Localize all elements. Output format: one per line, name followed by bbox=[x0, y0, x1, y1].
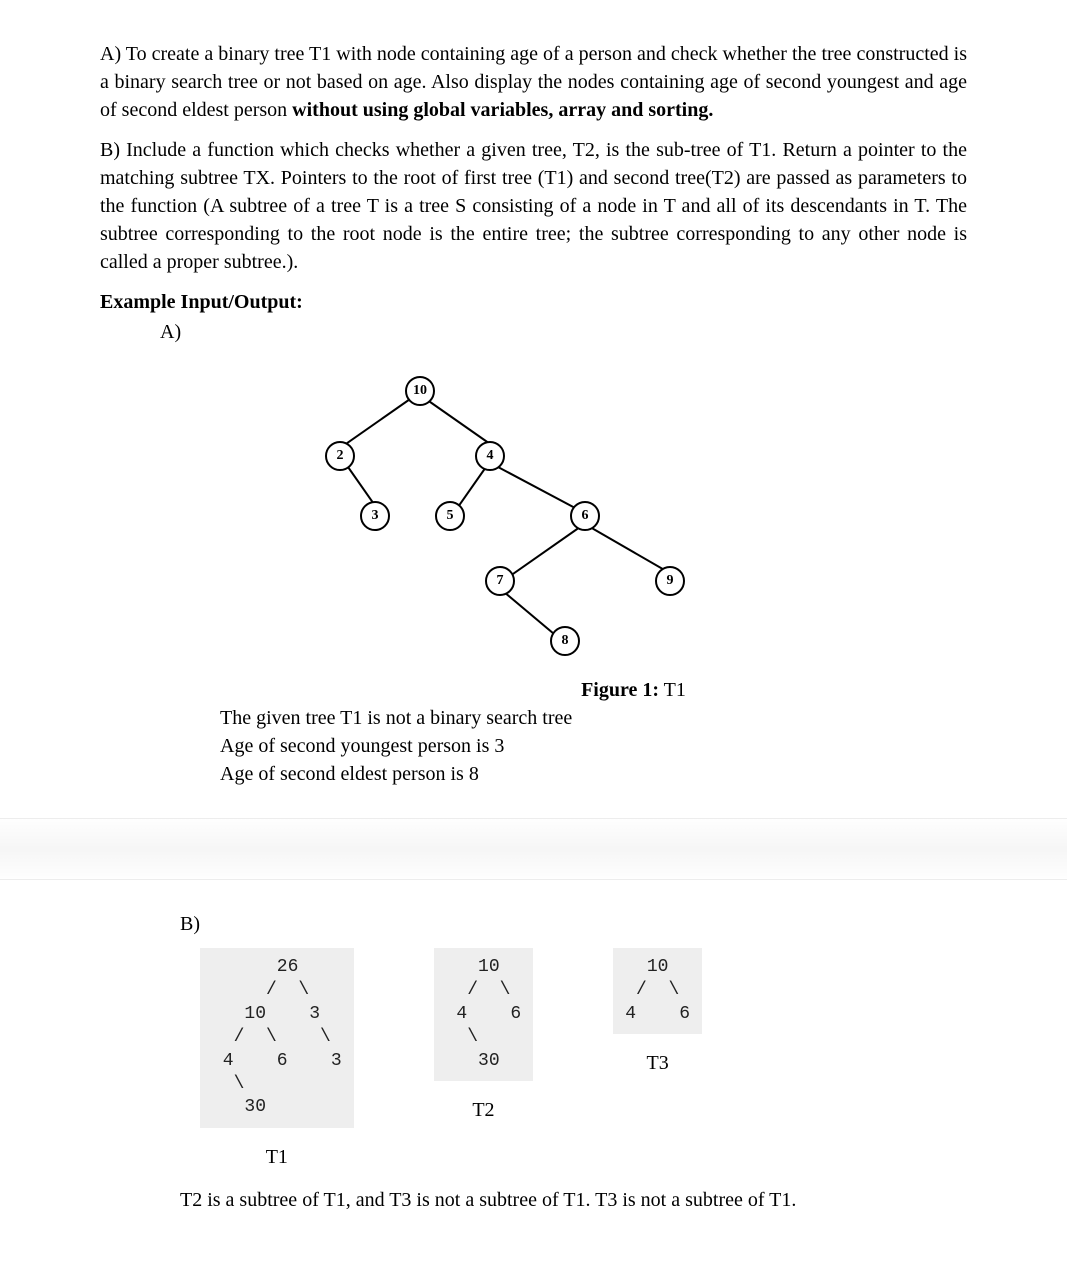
tree-label-t1: T1 bbox=[266, 1143, 288, 1171]
figure-title-rest: T1 bbox=[659, 679, 686, 701]
figure-output-line: Age of second youngest person is 3 bbox=[220, 732, 967, 760]
example-header: Example Input/Output: bbox=[100, 288, 967, 316]
tree-block-t2: 10 / \ 4 6 \ 30 T2 bbox=[434, 948, 534, 1124]
tree-edge bbox=[422, 396, 493, 446]
paragraph-b: B) Include a function which checks wheth… bbox=[100, 136, 967, 276]
tree-label-t2: T2 bbox=[472, 1096, 494, 1124]
tree-node: 2 bbox=[325, 441, 355, 471]
tree-node: 5 bbox=[435, 501, 465, 531]
figure-output-line: The given tree T1 is not a binary search… bbox=[220, 704, 967, 732]
tree-node: 6 bbox=[570, 501, 600, 531]
ascii-tree-t3: 10 / \ 4 6 bbox=[613, 948, 702, 1034]
example-a-label: A) bbox=[160, 318, 967, 346]
tree-node: 7 bbox=[485, 566, 515, 596]
tree-node: 3 bbox=[360, 501, 390, 531]
section-b-conclusion: T2 is a subtree of T1, and T3 is not a s… bbox=[180, 1186, 967, 1214]
figure-title-bold: Figure 1: bbox=[581, 679, 659, 701]
section-b-label: B) bbox=[180, 910, 967, 938]
trees-row: 26 / \ 10 3 / \ \ 4 6 3 \ 30 T1 10 / \ 4… bbox=[200, 948, 967, 1171]
tree-node: 9 bbox=[655, 566, 685, 596]
tree-node: 8 bbox=[550, 626, 580, 656]
figure-output-line: Age of second eldest person is 8 bbox=[220, 760, 967, 788]
para-a-bold: without using global variables, array an… bbox=[292, 99, 713, 121]
page-divider bbox=[0, 818, 1067, 880]
ascii-tree-t2: 10 / \ 4 6 \ 30 bbox=[434, 948, 534, 1081]
ascii-tree-t1: 26 / \ 10 3 / \ \ 4 6 3 \ 30 bbox=[200, 948, 354, 1128]
tree-node: 10 bbox=[405, 376, 435, 406]
paragraph-a: A) To create a binary tree T1 with node … bbox=[100, 40, 967, 124]
tree-label-t3: T3 bbox=[647, 1049, 669, 1077]
figure-caption-block: Figure 1: T1 The given tree T1 is not a … bbox=[220, 676, 967, 788]
tree-block-t1: 26 / \ 10 3 / \ \ 4 6 3 \ 30 T1 bbox=[200, 948, 354, 1171]
tree-node: 4 bbox=[475, 441, 505, 471]
figure-1-tree: 10 2 4 3 5 6 7 9 8 bbox=[100, 366, 967, 666]
tree-block-t3: 10 / \ 4 6 T3 bbox=[613, 948, 702, 1077]
figure-title: Figure 1: T1 bbox=[300, 676, 967, 704]
section-b: B) 26 / \ 10 3 / \ \ 4 6 3 \ 30 T1 10 / … bbox=[100, 910, 967, 1214]
